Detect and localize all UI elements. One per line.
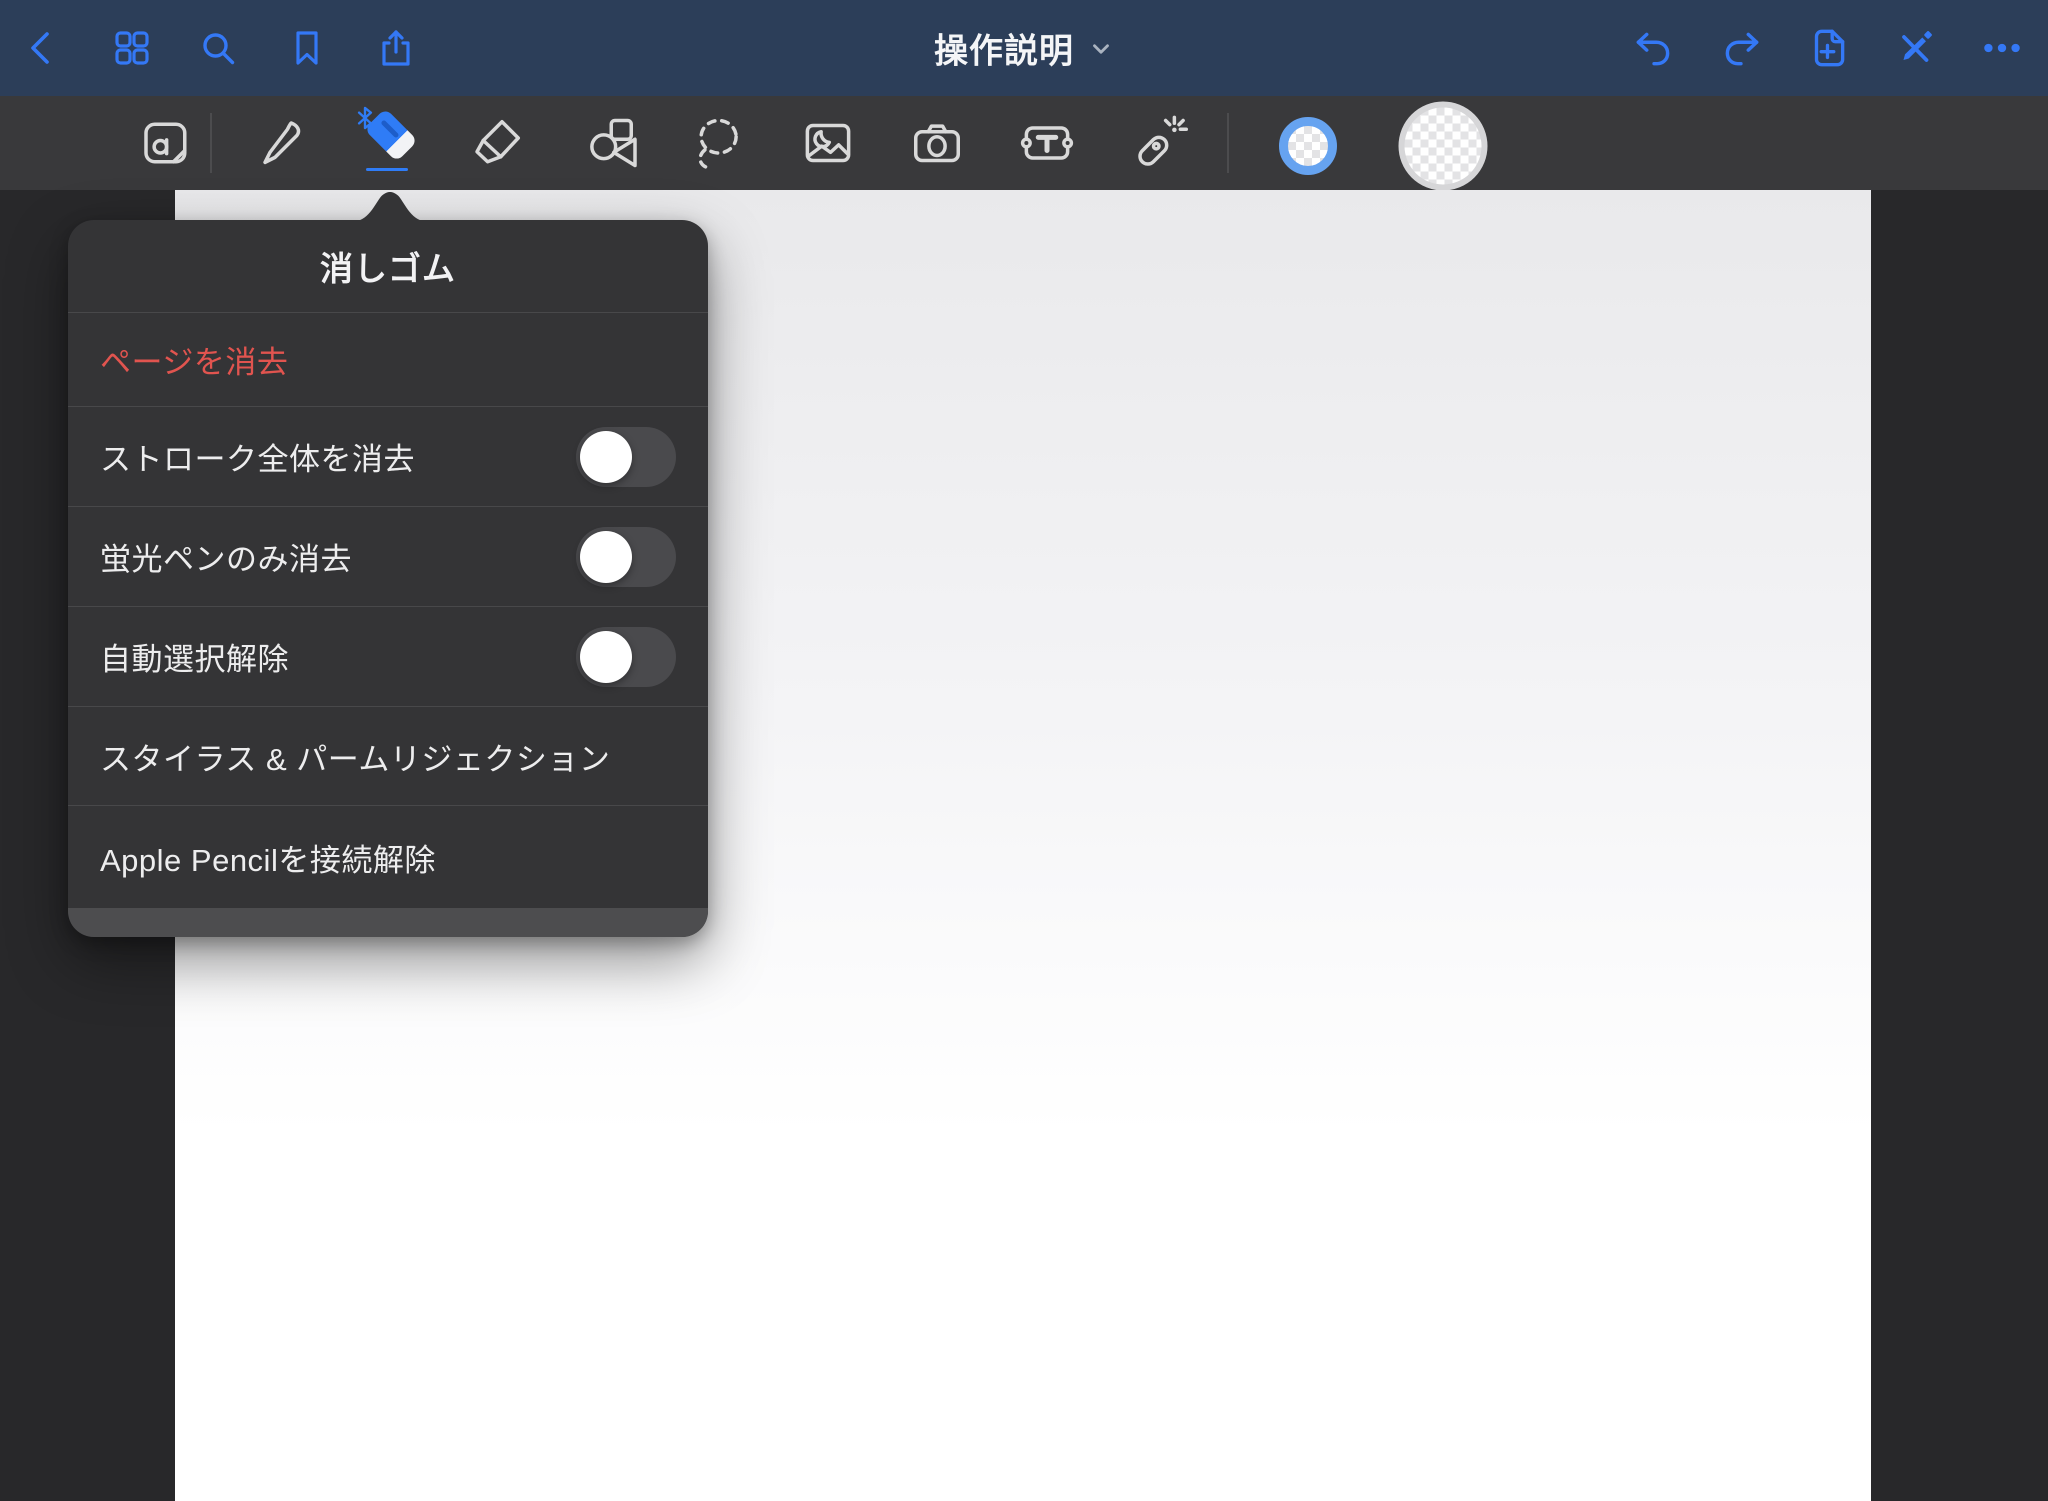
zoom-window-tool[interactable] — [133, 110, 199, 176]
menu-item-disconnect-apple-pencil[interactable]: Apple Pencilを接続解除 — [68, 806, 708, 908]
navigation-bar: 操作説明 — [0, 0, 2048, 96]
highlighter-tool[interactable] — [464, 110, 530, 176]
add-page-button[interactable] — [1798, 18, 1858, 78]
back-chevron-icon — [20, 26, 64, 70]
menu-item-stylus-palm-rejection[interactable]: スタイラス & パームリジェクション — [68, 707, 708, 806]
add-page-icon — [1805, 25, 1851, 71]
search-icon — [196, 26, 240, 70]
search-button[interactable] — [188, 18, 248, 78]
back-button[interactable] — [12, 18, 72, 78]
undo-button[interactable] — [1623, 18, 1683, 78]
popup-header: 消しゴム — [68, 220, 708, 313]
eraser-tool[interactable] — [357, 110, 423, 176]
text-tool[interactable] — [1014, 110, 1080, 176]
shapes-tool[interactable] — [582, 110, 648, 176]
laser-pointer-icon — [1130, 113, 1190, 173]
image-icon — [798, 113, 858, 173]
menu-item-erase-entire-stroke[interactable]: ストローク全体を消去 — [68, 407, 708, 507]
bluetooth-icon — [354, 105, 376, 131]
toggle-knob — [580, 431, 632, 483]
more-ellipsis-icon — [1979, 25, 2025, 71]
highlighter-icon — [467, 113, 527, 173]
shapes-icon — [585, 113, 645, 173]
menu-item-erase-page[interactable]: ページを消去 — [68, 313, 708, 407]
drawing-toolbar — [0, 96, 2048, 190]
menu-item-erase-highlighter-only[interactable]: 蛍光ペンのみ消去 — [68, 507, 708, 607]
read-only-toggle-button[interactable] — [1885, 18, 1945, 78]
document-title-dropdown[interactable]: 操作説明 — [934, 24, 1114, 73]
popup-footer — [68, 908, 708, 937]
read-only-pen-icon — [1892, 25, 1938, 71]
page-title: 操作説明 — [934, 24, 1074, 73]
popup-arrow — [355, 192, 425, 221]
toolbar-divider — [1227, 113, 1229, 173]
eraser-icon — [358, 111, 422, 175]
bookmark-icon — [285, 26, 329, 70]
toggle-auto-deselect[interactable] — [576, 627, 676, 687]
eraser-options-popup: 消しゴム ページを消去 ストローク全体を消去 蛍光ペンのみ消去 自動選択解除 ス… — [68, 220, 708, 937]
redo-button[interactable] — [1712, 18, 1772, 78]
laser-pointer-tool[interactable] — [1127, 110, 1193, 176]
redo-icon — [1719, 25, 1765, 71]
share-button[interactable] — [366, 18, 426, 78]
eraser-size-small[interactable] — [1279, 117, 1337, 175]
chevron-down-icon — [1088, 35, 1114, 61]
documents-grid-button[interactable] — [102, 18, 162, 78]
camera-icon — [907, 113, 967, 173]
toggle-erase-highlighter-only[interactable] — [576, 527, 676, 587]
image-tool[interactable] — [795, 110, 861, 176]
documents-grid-icon — [110, 26, 154, 70]
toggle-erase-entire-stroke[interactable] — [576, 427, 676, 487]
text-box-icon — [1017, 113, 1077, 173]
toggle-knob — [580, 631, 632, 683]
menu-item-auto-deselect[interactable]: 自動選択解除 — [68, 607, 708, 707]
more-options-button[interactable] — [1972, 18, 2032, 78]
lasso-icon — [688, 113, 748, 173]
zoom-window-icon — [136, 113, 196, 173]
fountain-pen-icon — [250, 113, 310, 173]
share-icon — [374, 26, 418, 70]
eraser-size-medium[interactable] — [1399, 102, 1488, 191]
undo-icon — [1630, 25, 1676, 71]
pen-tool[interactable] — [247, 110, 313, 176]
toggle-knob — [580, 531, 632, 583]
camera-tool[interactable] — [904, 110, 970, 176]
lasso-tool[interactable] — [685, 110, 751, 176]
popup-title: 消しゴム — [320, 242, 456, 290]
bookmark-button[interactable] — [277, 18, 337, 78]
toolbar-divider — [210, 113, 212, 173]
